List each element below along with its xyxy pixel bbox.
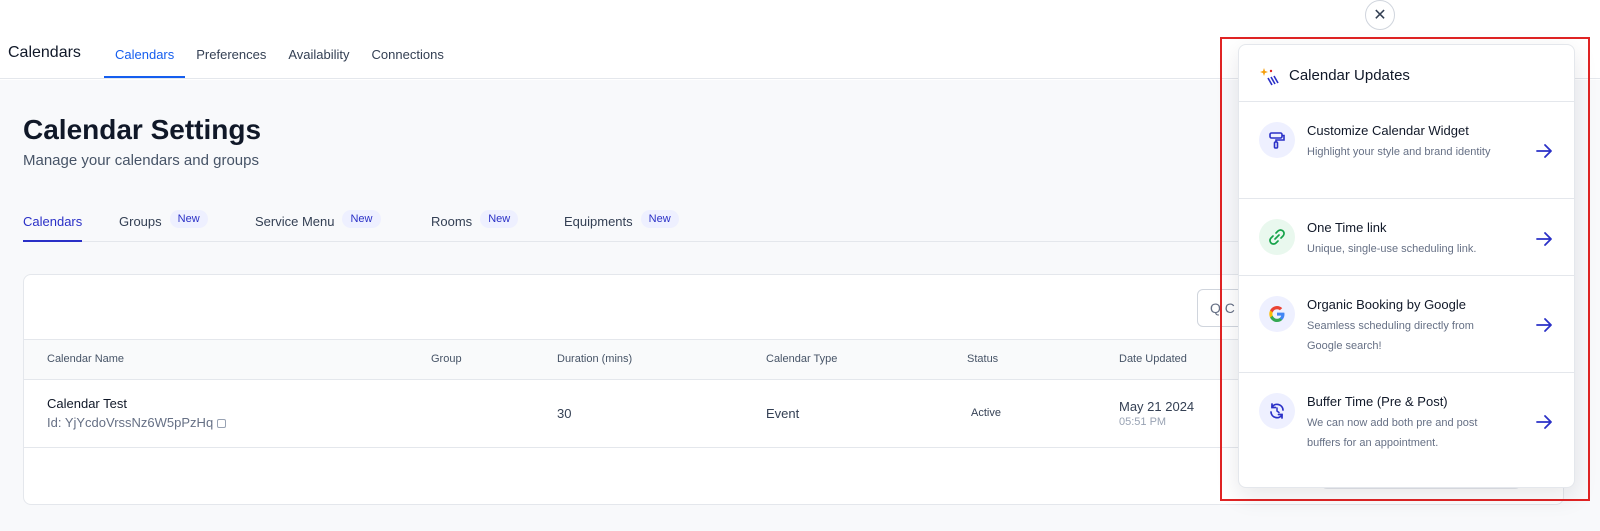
top-nav: Calendars Preferences Availability Conne…	[104, 36, 455, 78]
calendar-type: Event	[766, 406, 800, 421]
update-description: Seamless scheduling directly from Google…	[1307, 320, 1474, 352]
copy-icon[interactable]	[217, 419, 227, 429]
app-title: Calendars	[8, 44, 81, 61]
new-badge: New	[640, 210, 679, 228]
close-icon: ✕	[1373, 7, 1387, 24]
topnav-preferences[interactable]: Preferences	[185, 36, 277, 78]
page-subtitle: Manage your calendars and groups	[23, 152, 259, 169]
panel-title: Calendar Updates	[1289, 67, 1410, 84]
tab-label: Calendars	[23, 214, 83, 229]
status-badge: Active	[971, 407, 1001, 419]
google-icon	[1259, 296, 1295, 332]
column-header: Date Updated	[1119, 353, 1187, 365]
tab-label: Service Menu	[255, 214, 335, 229]
arrow-right-icon[interactable]	[1534, 141, 1554, 161]
update-title: Organic Booking by Google	[1307, 297, 1466, 312]
topnav-connections[interactable]: Connections	[361, 36, 455, 78]
calendar-updates-panel: Calendar Updates Customize Calendar Widg…	[1238, 44, 1575, 488]
tab-equipments[interactable]: Equipments New	[564, 206, 679, 242]
new-badge: New	[342, 210, 381, 228]
tab-label: Groups	[119, 214, 162, 229]
column-header: Group	[431, 353, 462, 365]
date-updated: May 21 2024	[1119, 399, 1195, 414]
arrow-right-icon[interactable]	[1534, 412, 1554, 432]
new-badge: New	[480, 210, 519, 228]
panel-header: Calendar Updates	[1239, 45, 1574, 102]
update-item-organic-booking[interactable]: Organic Booking by Google Seamless sched…	[1239, 276, 1574, 373]
update-title: Buffer Time (Pre & Post)	[1307, 394, 1448, 409]
tab-label: Equipments	[564, 214, 633, 229]
tab-label: Rooms	[431, 214, 473, 229]
column-header: Calendar Type	[766, 353, 838, 365]
arrow-right-icon[interactable]	[1534, 315, 1554, 335]
update-item-customize-widget[interactable]: Customize Calendar Widget Highlight your…	[1239, 102, 1574, 199]
update-description: Unique, single-use scheduling link.	[1307, 243, 1477, 255]
update-title: Customize Calendar Widget	[1307, 123, 1469, 138]
update-title: One Time link	[1307, 220, 1387, 235]
column-header: Duration (mins)	[557, 353, 633, 365]
column-header: Status	[967, 353, 999, 365]
tab-calendars[interactable]: Calendars	[23, 206, 83, 242]
column-header: Calendar Name	[47, 353, 125, 365]
tab-groups[interactable]: Groups New	[119, 206, 208, 242]
update-item-one-time-link[interactable]: One Time link Unique, single-use schedul…	[1239, 199, 1574, 276]
refresh-clock-icon	[1259, 393, 1295, 429]
update-description: We can now add both pre and post buffers…	[1307, 417, 1478, 449]
tab-rooms[interactable]: Rooms New	[431, 206, 519, 242]
calendar-id: Id: YjYcdoVrssNz6W5pPzHq	[47, 415, 227, 430]
close-button[interactable]: ✕	[1365, 0, 1395, 30]
paint-roller-icon	[1259, 122, 1295, 158]
topnav-availability[interactable]: Availability	[277, 36, 360, 78]
calendar-duration: 30	[557, 406, 572, 421]
arrow-right-icon[interactable]	[1534, 229, 1554, 249]
topnav-calendars[interactable]: Calendars	[104, 36, 186, 78]
update-description: Highlight your style and brand identity	[1307, 146, 1491, 158]
link-icon	[1259, 219, 1295, 255]
new-badge: New	[169, 210, 208, 228]
page-title: Calendar Settings	[23, 114, 262, 145]
tab-service-menu[interactable]: Service Menu New	[255, 206, 381, 242]
calendar-id-text: Id: YjYcdoVrssNz6W5pPzHq	[47, 415, 214, 430]
calendar-name[interactable]: Calendar Test	[47, 396, 127, 411]
sparkle-icon	[1260, 68, 1279, 86]
update-item-buffer-time[interactable]: Buffer Time (Pre & Post) We can now add …	[1239, 373, 1574, 487]
time-updated: 05:51 PM	[1119, 416, 1167, 428]
